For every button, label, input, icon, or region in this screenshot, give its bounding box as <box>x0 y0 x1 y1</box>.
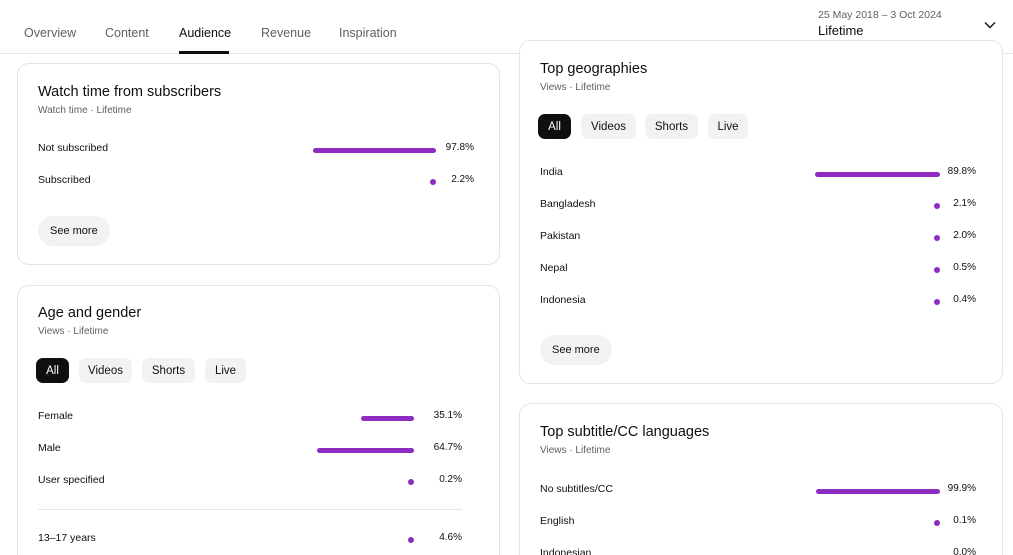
row-value: 4.6% <box>439 532 462 543</box>
subtitle-languages-card: Top subtitle/CC languages Views · Lifeti… <box>519 403 1003 555</box>
filter-chip-shorts[interactable]: Shorts <box>645 114 698 139</box>
stat-row: Indonesia 0.4% <box>540 294 976 310</box>
filter-chip-shorts[interactable]: Shorts <box>142 358 195 383</box>
row-value: 2.1% <box>953 198 976 209</box>
row-label: Female <box>38 410 74 422</box>
percentage-dot <box>934 299 940 305</box>
percentage-bar <box>361 416 414 421</box>
row-label: Male <box>38 442 61 454</box>
percentage-bar <box>816 489 940 494</box>
stat-row: User specified 0.2% <box>38 474 462 490</box>
percentage-dot <box>934 203 940 209</box>
percentage-bar <box>316 448 414 453</box>
filter-chip-videos[interactable]: Videos <box>581 114 636 139</box>
stat-row: Bangladesh 2.1% <box>540 198 976 214</box>
percentage-dot <box>934 235 940 241</box>
row-label: Not subscribed <box>38 142 109 154</box>
stat-row: Indonesian 0.0% <box>540 547 976 555</box>
stat-row: Nepal 0.5% <box>540 262 976 278</box>
card-subtitle: Watch time · Lifetime <box>38 105 132 116</box>
date-range-dates: 25 May 2018 – 3 Oct 2024 <box>818 9 942 21</box>
tab-overview[interactable]: Overview <box>24 26 76 40</box>
age-gender-card: Age and gender Views · Lifetime All Vide… <box>17 285 500 555</box>
card-title: Top geographies <box>540 61 648 77</box>
row-value: 97.8% <box>445 142 474 153</box>
date-range-period[interactable]: Lifetime <box>818 23 864 38</box>
row-label: 13–17 years <box>38 532 96 544</box>
top-geographies-card: Top geographies Views · Lifetime All Vid… <box>519 40 1003 384</box>
stat-row: 13–17 years 4.6% <box>38 532 462 548</box>
row-label: User specified <box>38 474 105 486</box>
tab-content[interactable]: Content <box>105 26 149 40</box>
stat-row: No subtitles/CC 99.9% <box>540 483 976 499</box>
stat-row: English 0.1% <box>540 515 976 531</box>
card-title: Top subtitle/CC languages <box>540 424 710 440</box>
card-title: Age and gender <box>38 305 142 321</box>
percentage-dot <box>408 479 414 485</box>
see-more-button[interactable]: See more <box>540 335 612 365</box>
percentage-bar <box>815 172 940 177</box>
percentage-dot <box>934 520 940 526</box>
stat-row: Pakistan 2.0% <box>540 230 976 246</box>
row-label: Nepal <box>540 262 568 274</box>
tab-inspiration[interactable]: Inspiration <box>339 26 397 40</box>
see-more-button[interactable]: See more <box>38 216 110 246</box>
row-value: 2.0% <box>953 230 976 241</box>
card-title: Watch time from subscribers <box>38 84 222 100</box>
filter-chip-live[interactable]: Live <box>708 114 748 139</box>
row-value: 89.8% <box>947 166 976 177</box>
row-value: 0.1% <box>953 515 976 526</box>
card-subtitle: Views · Lifetime <box>540 82 611 93</box>
percentage-bar <box>312 148 436 153</box>
filter-chip-videos[interactable]: Videos <box>79 358 132 383</box>
row-value: 35.1% <box>433 410 462 421</box>
row-label: No subtitles/CC <box>540 483 613 495</box>
percentage-dot <box>430 179 436 185</box>
card-subtitle: Views · Lifetime <box>38 326 109 337</box>
card-subtitle: Views · Lifetime <box>540 445 611 456</box>
chevron-down-icon[interactable] <box>982 17 998 33</box>
active-tab-indicator <box>179 51 229 54</box>
stat-row: India 89.8% <box>540 166 976 182</box>
percentage-dot <box>934 267 940 273</box>
row-value: 64.7% <box>433 442 462 453</box>
watch-time-card: Watch time from subscribers Watch time ·… <box>17 63 500 265</box>
row-value: 99.9% <box>947 483 976 494</box>
row-label: Pakistan <box>540 230 581 242</box>
stat-row: Subscribed 2.2% <box>38 174 474 190</box>
tab-revenue[interactable]: Revenue <box>261 26 311 40</box>
row-label: Bangladesh <box>540 198 596 210</box>
row-label: English <box>540 515 575 527</box>
row-value: 0.2% <box>439 474 462 485</box>
stat-row: Male 64.7% <box>38 442 462 458</box>
row-value: 2.2% <box>451 174 474 185</box>
filter-chip-all[interactable]: All <box>538 114 571 139</box>
divider <box>38 509 462 510</box>
tab-audience[interactable]: Audience <box>179 26 231 40</box>
stat-row: Female 35.1% <box>38 410 462 426</box>
stat-row: Not subscribed 97.8% <box>38 142 474 158</box>
row-label: India <box>540 166 563 178</box>
row-value: 0.4% <box>953 294 976 305</box>
row-label: Indonesia <box>540 294 586 306</box>
filter-chip-all[interactable]: All <box>36 358 69 383</box>
filter-chip-live[interactable]: Live <box>205 358 246 383</box>
row-label: Indonesian <box>540 547 592 555</box>
row-value: 0.5% <box>953 262 976 273</box>
percentage-dot <box>408 537 414 543</box>
row-label: Subscribed <box>38 174 91 186</box>
row-value: 0.0% <box>953 547 976 555</box>
